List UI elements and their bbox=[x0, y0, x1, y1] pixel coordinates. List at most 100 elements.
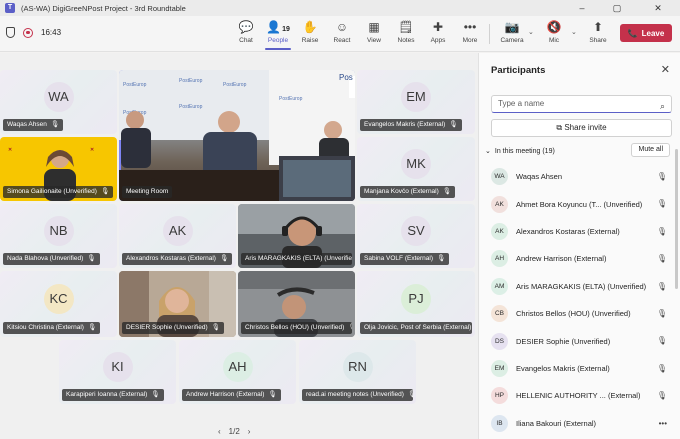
participant-nametag: Sabina VOLF (External) 🎙 bbox=[360, 253, 450, 265]
participant-tile[interactable]: WA Waqas Ahsen 🎙 bbox=[0, 70, 117, 134]
participant-tile[interactable]: AH Andrew Harrison (External) 🎙 bbox=[179, 340, 296, 404]
mic-options-chevron-icon[interactable]: ⌄ bbox=[571, 28, 577, 36]
avatar: HP bbox=[491, 387, 508, 405]
more-options-icon[interactable]: ••• bbox=[659, 419, 667, 428]
participant-row[interactable]: EM Evangelos Makris (External) 🎙 bbox=[479, 355, 680, 382]
avatar: AM bbox=[491, 277, 508, 295]
svg-text:PostEurop: PostEurop bbox=[223, 82, 247, 88]
meeting-toolbar: 16:43 💬 Chat 👤19 People ✋ Raise ☺ React … bbox=[0, 16, 680, 52]
mic-muted-icon: 🎙 bbox=[219, 255, 229, 262]
close-icon[interactable]: ✕ bbox=[661, 63, 670, 76]
participant-name: Alexandros Kostaras (External) bbox=[516, 226, 620, 236]
notes-button[interactable]: 🗒 Notes bbox=[391, 19, 421, 49]
participant-tile[interactable]: NB Nada Blahova (Unverified) 🎙 bbox=[0, 204, 117, 268]
camera-button[interactable]: 📷 Camera bbox=[497, 19, 527, 49]
participant-row[interactable]: AM Aris MARAGKAKIS (ELTA) (Unverified) 🎙 bbox=[479, 273, 680, 300]
chat-label: Chat bbox=[239, 37, 253, 44]
participant-row[interactable]: WA Waqas Ahsen 🎙 bbox=[479, 163, 680, 190]
raise-hand-icon: ✋ bbox=[302, 20, 318, 34]
chat-button[interactable]: 💬 Chat bbox=[231, 19, 261, 49]
participant-tile[interactable]: PJ Olja Jovicic, Post of Serbia (Externa… bbox=[357, 271, 475, 337]
participant-search-input[interactable]: Type a name ⌕ bbox=[491, 95, 672, 113]
share-button[interactable]: ⬆ Share bbox=[583, 19, 613, 49]
participant-tile[interactable]: AK Alexandros Kostaras (External) 🎙 bbox=[119, 204, 236, 268]
raise-hand-button[interactable]: ✋ Raise bbox=[295, 19, 325, 49]
share-label: Share bbox=[589, 37, 607, 44]
participant-tile[interactable]: SV Sabina VOLF (External) 🎙 bbox=[357, 204, 475, 268]
maximize-button[interactable]: ▢ bbox=[603, 0, 631, 16]
participant-tile[interactable]: EM Evangelos Makris (External) 🎙 bbox=[357, 70, 475, 134]
people-button[interactable]: 👤19 People bbox=[263, 19, 293, 49]
more-label: More bbox=[462, 37, 478, 44]
avatar: RN bbox=[342, 352, 373, 382]
mic-muted-icon: 🎙 bbox=[151, 391, 160, 398]
participant-tile[interactable]: Christos Bellos (HOU) (Unverified)🎙 bbox=[238, 271, 355, 337]
avatar: CB bbox=[491, 305, 508, 323]
panel-scrollbar[interactable] bbox=[675, 149, 678, 289]
notes-icon: 🗒 bbox=[398, 20, 414, 34]
leave-button[interactable]: 📞 Leave bbox=[620, 24, 672, 42]
participants-panel: Participants ✕ Type a name ⌕ ⧉ Share inv… bbox=[478, 53, 680, 439]
apps-icon: ✚ bbox=[432, 20, 444, 34]
participant-tile[interactable]: MK Manjana Kovčo (External) 🎙 bbox=[357, 137, 475, 201]
avatar: AH bbox=[222, 352, 253, 382]
mute-all-button[interactable]: Mute all bbox=[631, 143, 670, 157]
next-page-chevron-icon[interactable]: › bbox=[248, 427, 251, 436]
page-indicator: 1/2 bbox=[228, 427, 240, 436]
participant-tile[interactable]: RN read.ai meeting notes (Unverified) 🎙 bbox=[299, 340, 416, 404]
participant-name: Ahmet Bora Koyuncu (T... (Unverified) bbox=[516, 199, 643, 209]
more-button[interactable]: ••• More bbox=[455, 19, 485, 49]
chat-icon: 💬 bbox=[238, 20, 254, 34]
camera-off-icon: 📷 bbox=[504, 20, 520, 34]
mic-muted-icon: 🎙 bbox=[656, 363, 667, 373]
phone-hangup-icon: 📞 bbox=[627, 28, 638, 38]
participant-row[interactable]: HP HELLENIC AUTHORITY ... (External) 🎙 bbox=[479, 382, 680, 409]
shield-icon[interactable] bbox=[6, 27, 15, 38]
mic-muted-icon: 🎙 bbox=[656, 254, 667, 264]
mic-button[interactable]: 🔇 Mic bbox=[539, 19, 569, 49]
minimize-button[interactable]: – bbox=[568, 0, 596, 16]
participant-row[interactable]: AK Ahmet Bora Koyuncu (T... (Unverified)… bbox=[479, 190, 680, 217]
mic-muted-icon: 🎙 bbox=[656, 226, 667, 236]
apps-button[interactable]: ✚ Apps bbox=[423, 19, 453, 49]
avatar: KC bbox=[43, 284, 74, 314]
participant-row[interactable]: CB Christos Bellos (HOU) (Unverified) 🎙 bbox=[479, 300, 680, 327]
people-active-indicator bbox=[265, 48, 291, 50]
meeting-room-video: PostEurop PostEurop PostEurop PostEurop Post… bbox=[119, 70, 355, 201]
previous-page-chevron-icon[interactable]: ‹ bbox=[218, 427, 221, 436]
section-label: In this meeting (19) bbox=[494, 147, 555, 155]
avatar: MK bbox=[401, 149, 431, 179]
close-window-button[interactable]: ✕ bbox=[644, 0, 672, 16]
participant-tile[interactable]: DESIER Sophie (Unverified) 🎙 bbox=[119, 271, 236, 337]
participant-nametag: DESIER Sophie (Unverified) 🎙 bbox=[122, 322, 224, 334]
participant-row[interactable]: AH Andrew Harrison (External) 🎙 bbox=[479, 245, 680, 272]
title-bar: T (AS-WA) DigiGreeNPost Project - 3rd Ro… bbox=[0, 0, 680, 16]
participant-tile[interactable]: KC Kitsiou Christina (External) 🎙 bbox=[0, 271, 117, 337]
gallery-pager: ‹ 1/2 › bbox=[218, 427, 250, 436]
participant-tile[interactable]: Aris MARAGKAKIS (ELTA) (Unverified)🎙 bbox=[238, 204, 355, 268]
participant-row[interactable]: IB Iliana Bakouri (External) ••• bbox=[479, 410, 680, 437]
mic-muted-icon: 🎙 bbox=[100, 188, 110, 195]
participant-tile[interactable]: KI Karapiperi Ioanna (External) 🎙 bbox=[59, 340, 176, 404]
mic-off-icon: 🔇 bbox=[546, 20, 562, 34]
react-icon: ☺ bbox=[335, 20, 349, 34]
avatar: AK bbox=[491, 195, 508, 213]
participant-row[interactable]: DS DESIER Sophie (Unverified) 🎙 bbox=[479, 327, 680, 354]
camera-options-chevron-icon[interactable]: ⌄ bbox=[528, 28, 534, 36]
meeting-room-video-tile[interactable]: PostEurop PostEurop PostEurop PostEurop Post… bbox=[119, 70, 355, 201]
participant-row[interactable]: AK Alexandros Kostaras (External) 🎙 bbox=[479, 218, 680, 245]
mic-muted-icon: 🎙 bbox=[656, 391, 667, 401]
participant-tile[interactable]: ✕ ✕ Simona Gailionaite (Unverified) 🎙 bbox=[0, 137, 117, 201]
avatar: SV bbox=[401, 216, 431, 246]
share-invite-button[interactable]: ⧉ Share invite bbox=[491, 119, 672, 137]
participant-nametag: Meeting Room bbox=[122, 186, 173, 198]
participant-nametag: Alexandros Kostaras (External) 🎙 bbox=[122, 253, 233, 265]
react-label: React bbox=[333, 37, 351, 44]
recording-icon[interactable] bbox=[23, 27, 33, 38]
view-icon: ▦ bbox=[368, 20, 380, 34]
view-button[interactable]: ▦ View bbox=[359, 19, 389, 49]
avatar: EM bbox=[401, 82, 431, 112]
react-button[interactable]: ☺ React bbox=[327, 19, 357, 49]
meeting-status: 16:43 bbox=[6, 27, 61, 38]
participant-name: Aris MARAGKAKIS (ELTA) (Unverified) bbox=[516, 281, 647, 291]
